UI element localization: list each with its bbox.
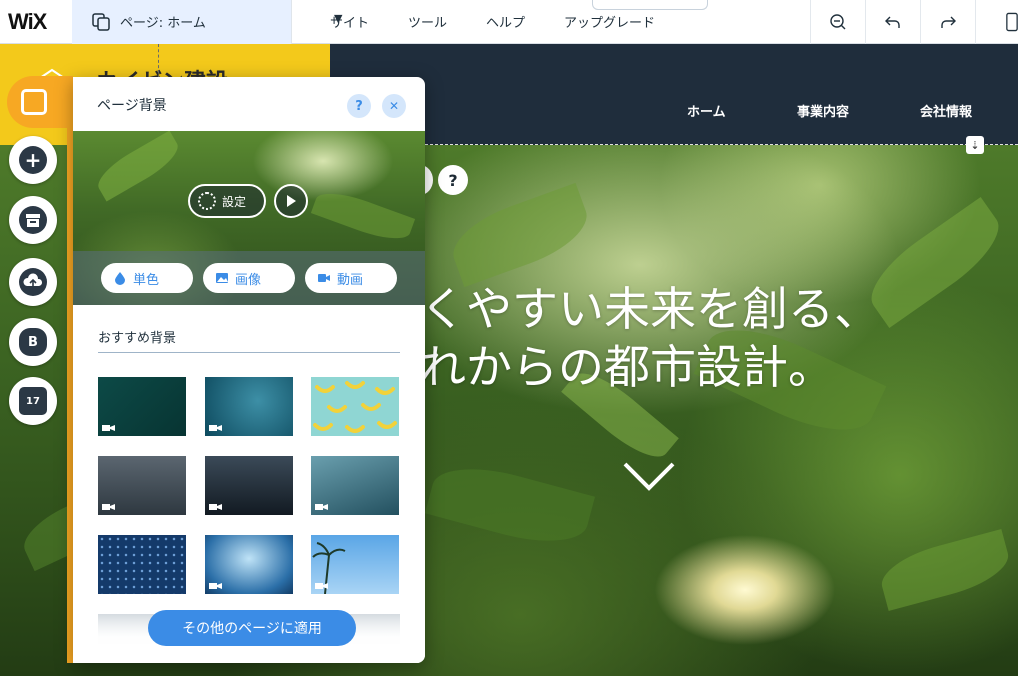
zoom-out-icon (830, 14, 846, 30)
background-thumbnail[interactable] (311, 535, 399, 594)
background-thumbnail[interactable] (98, 377, 186, 436)
background-preview: 設定 単色 画像 動画 (73, 131, 425, 305)
video-camera-icon (318, 274, 330, 282)
undo-button[interactable] (865, 0, 920, 44)
foliage-shape (91, 131, 185, 202)
menu-upgrade[interactable]: アップグレード (564, 12, 655, 31)
video-camera-icon (315, 504, 328, 510)
droplet-icon (115, 272, 125, 285)
calendar-icon: 17 (19, 387, 47, 415)
background-square-icon (21, 89, 47, 115)
background-thumbnail[interactable] (311, 377, 399, 436)
blog-icon: B (19, 328, 47, 356)
background-thumbnail[interactable] (205, 535, 293, 594)
hero-headline-line1: くやすい未来を創る、 (420, 282, 880, 336)
video-camera-icon (209, 504, 222, 510)
background-thumbnail[interactable] (311, 456, 399, 515)
bookings-button[interactable]: 17 (9, 377, 57, 425)
background-thumbnail[interactable] (98, 535, 186, 594)
video-camera-icon (209, 583, 222, 589)
foliage-shape (875, 529, 1015, 611)
site-header: ホーム 事業内容 会社情報 (330, 44, 1018, 145)
menu-tools[interactable]: ツール (408, 12, 447, 31)
video-camera-icon (102, 425, 115, 431)
video-camera-icon (102, 504, 115, 510)
play-icon (287, 195, 296, 207)
site-nav-company[interactable]: 会社情報 (920, 101, 972, 120)
wix-logo[interactable]: WiX (8, 9, 47, 35)
video-camera-icon (209, 425, 222, 431)
device-icon (1006, 12, 1018, 32)
upload-media-button[interactable] (9, 258, 57, 306)
video-background-button[interactable]: 動画 (305, 263, 397, 293)
type-image-label: 画像 (235, 272, 262, 288)
panel-close-button[interactable]: ✕ (382, 94, 406, 118)
page-selector-label: ページ: ホーム (120, 16, 206, 31)
image-background-button[interactable]: 画像 (203, 263, 295, 293)
gear-icon (198, 192, 216, 210)
play-preview-button[interactable] (274, 184, 308, 218)
plus-icon: + (19, 146, 47, 174)
add-element-button[interactable]: + (9, 136, 57, 184)
foliage-shape (310, 184, 416, 248)
header-boundary-guide (425, 144, 1018, 145)
pages-icon (92, 13, 110, 31)
site-nav-services[interactable]: 事業内容 (797, 101, 849, 120)
foliage-shape (857, 196, 1013, 329)
type-video-label: 動画 (337, 272, 364, 288)
apply-to-other-pages-button[interactable]: その他のページに適用 (148, 610, 356, 646)
background-thumbnail[interactable] (98, 456, 186, 515)
settings-label: 設定 (222, 194, 247, 209)
hero-headline[interactable]: くやすい未来を創る、 れからの都市設計。 (420, 280, 880, 396)
type-color-label: 単色 (133, 272, 160, 288)
page-background-tool-button[interactable] (7, 76, 73, 128)
mobile-view-button[interactable] (975, 0, 1018, 44)
banana-pattern-icon (313, 381, 397, 433)
menu-help[interactable]: ヘルプ (486, 12, 525, 31)
hero-help-button[interactable]: ? (438, 165, 468, 195)
panel-title: ページ背景 (97, 98, 167, 114)
app-market-button[interactable] (9, 196, 57, 244)
redo-button[interactable] (920, 0, 975, 44)
section-divider (98, 352, 400, 353)
hero-headline-line2: れからの都市設計。 (420, 340, 834, 394)
background-thumbnail[interactable] (205, 456, 293, 515)
editor-topbar: WiX ページ: ホーム ▼ サイト ツール ヘルプ アップグレード ^ (0, 0, 1018, 44)
zoom-out-button[interactable] (810, 0, 865, 44)
background-settings-button[interactable]: 設定 (188, 184, 266, 218)
foliage-shape (443, 182, 597, 288)
store-icon (19, 206, 47, 234)
scroll-down-chevron-icon[interactable] (622, 460, 676, 494)
redo-icon (941, 16, 956, 28)
cloud-upload-icon (19, 268, 47, 296)
panel-help-button[interactable]: ? (347, 94, 371, 118)
download-icon[interactable]: ⇣ (966, 136, 984, 154)
menu-site[interactable]: サイト (330, 12, 369, 31)
foliage-shape (424, 455, 596, 555)
image-icon (216, 273, 228, 283)
collapse-topbar-tab[interactable]: ^ (592, 0, 708, 10)
background-thumbnail[interactable] (205, 377, 293, 436)
video-camera-icon (315, 583, 328, 589)
undo-icon (885, 16, 900, 28)
blog-button[interactable]: B (9, 318, 57, 366)
page-selector[interactable]: ページ: ホーム ▼ (72, 0, 342, 44)
site-nav-home[interactable]: ホーム (687, 101, 726, 120)
color-background-button[interactable]: 単色 (101, 263, 193, 293)
page-background-panel: ページ背景 ? ✕ 設定 単色 画像 動画 おすすめ背景 その他のページに適用 (73, 77, 425, 663)
recommended-backgrounds-title: おすすめ背景 (98, 331, 177, 346)
